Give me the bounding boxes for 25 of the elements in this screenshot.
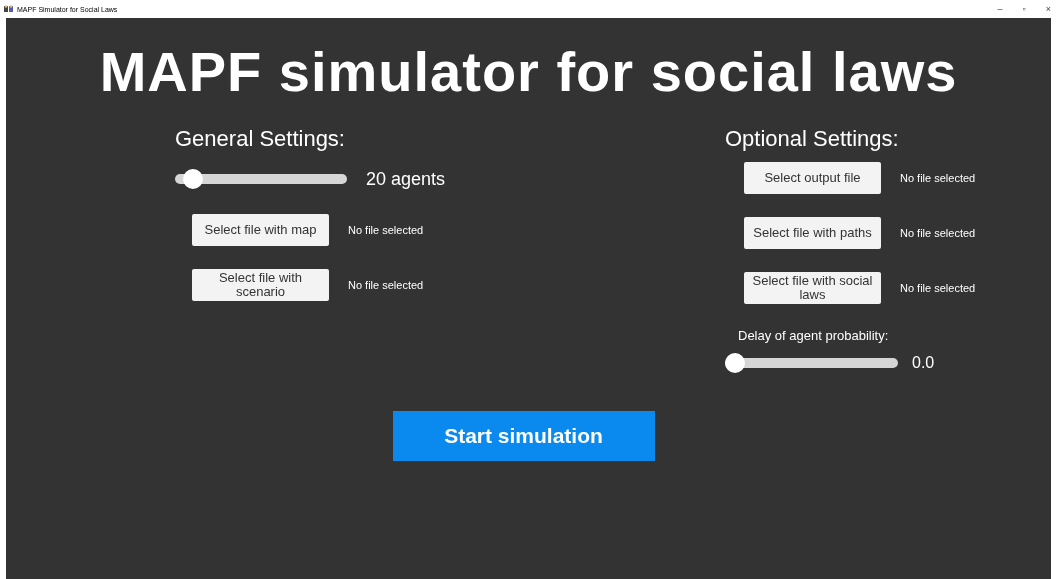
window-control[interactable]: ▫ — [1022, 4, 1026, 14]
slider[interactable] — [725, 353, 898, 373]
section-heading: General Settings: — [175, 126, 346, 152]
select-file-button[interactable]: Select file with map — [192, 214, 329, 246]
file-status: No file selected — [900, 172, 976, 184]
section-heading: Optional Settings: — [725, 126, 900, 152]
select-file-button[interactable]: Select file with social laws — [744, 272, 881, 304]
file-status: No file selected — [900, 227, 976, 239]
select-file-button[interactable]: Select file with scenario — [192, 269, 329, 301]
window-control[interactable]: – — [997, 4, 1003, 14]
file-status: No file selected — [348, 279, 424, 291]
delay-label: Delay of agent probability: — [738, 328, 890, 343]
slider-thumb[interactable] — [725, 353, 745, 373]
slider[interactable] — [175, 169, 347, 189]
app-icon — [4, 5, 14, 13]
start-button[interactable]: Start simulation — [392, 411, 655, 461]
window-control[interactable]: × — [1045, 4, 1051, 14]
slider-thumb[interactable] — [182, 169, 203, 189]
slider-value: 0.0 — [912, 354, 935, 372]
file-status: No file selected — [900, 282, 976, 294]
file-status: No file selected — [348, 224, 424, 236]
slider-value: 20 agents — [366, 168, 446, 190]
select-file-button[interactable]: Select output file — [744, 162, 881, 194]
app-heading: MAPF simulator for social laws — [98, 40, 959, 104]
select-file-button[interactable]: Select file with paths — [744, 217, 881, 249]
